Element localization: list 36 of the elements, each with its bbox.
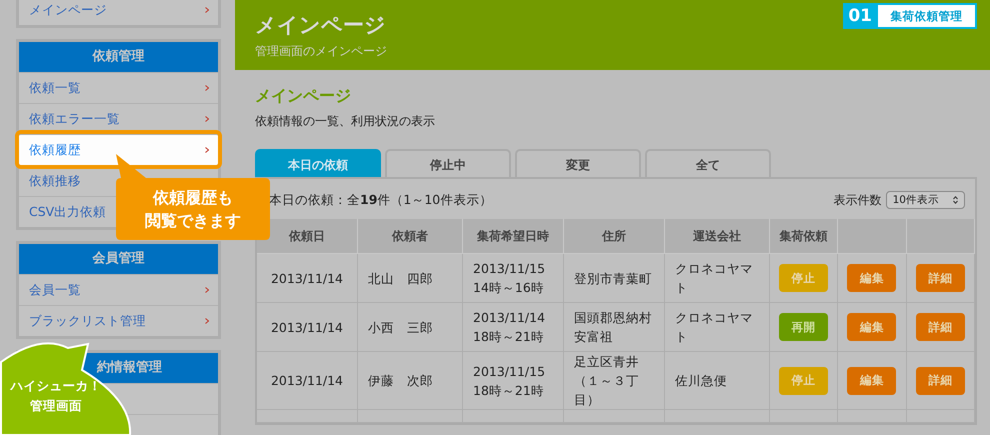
callout-text: 閲覧できます	[145, 210, 241, 232]
table-cell: 2013/11/14 18時～21時	[462, 302, 564, 352]
group-header: 会員管理	[92, 251, 144, 266]
table-cell: 北山 四郎	[358, 254, 462, 302]
page-title: メインページ	[255, 12, 386, 39]
table-cell: 2013/11/14	[257, 352, 358, 410]
column-header: 依頼者	[358, 219, 462, 254]
table-cell: クロネコヤマト	[664, 254, 770, 302]
group-header: 依頼管理	[92, 49, 144, 64]
table-cell: クロネコヤマト	[664, 302, 770, 352]
group-header: 約情報管理	[97, 360, 162, 375]
page-subtitle: 管理画面のメインページ	[255, 43, 387, 60]
column-header: 住所	[564, 219, 664, 254]
callout-text: 依頼履歴も	[153, 187, 233, 209]
section-title: メインページ	[255, 86, 352, 107]
bubble-text: 管理画面	[30, 397, 82, 415]
section-description: 依頼情報の一覧、利用状況の表示	[255, 113, 436, 130]
table-cell: 伊藤 次郎	[358, 352, 462, 410]
result-summary: 本日の依頼：全19件（1～10件表示）	[269, 192, 492, 208]
step-number: 01	[847, 5, 873, 27]
column-header: 集荷依頼	[770, 219, 838, 254]
table-cell: 小西 三郎	[358, 302, 462, 352]
table-cell: 2013/11/14	[257, 254, 358, 302]
column-header: 集荷希望日時	[462, 219, 564, 254]
column-header: 運送会社	[664, 219, 770, 254]
bubble-text: ハイシューカ！	[10, 377, 102, 395]
table-cell: 2013/11/15 14時～16時	[462, 254, 564, 302]
table-cell: 2013/11/15 18時～21時	[462, 352, 564, 410]
table-cell: 国頭郡恩納村安富祖	[564, 302, 664, 352]
table-cell: 2013/11/14	[257, 302, 358, 352]
table-cell: 登別市青葉町	[564, 254, 664, 302]
table-cell: 佐川急便	[664, 352, 770, 410]
table-cell: 足立区青井（１～３丁目）	[564, 352, 664, 410]
column-header: 依頼日	[257, 219, 358, 254]
page-size-label: 表示件数	[834, 192, 882, 208]
step-label: 集荷依頼管理	[878, 5, 975, 27]
